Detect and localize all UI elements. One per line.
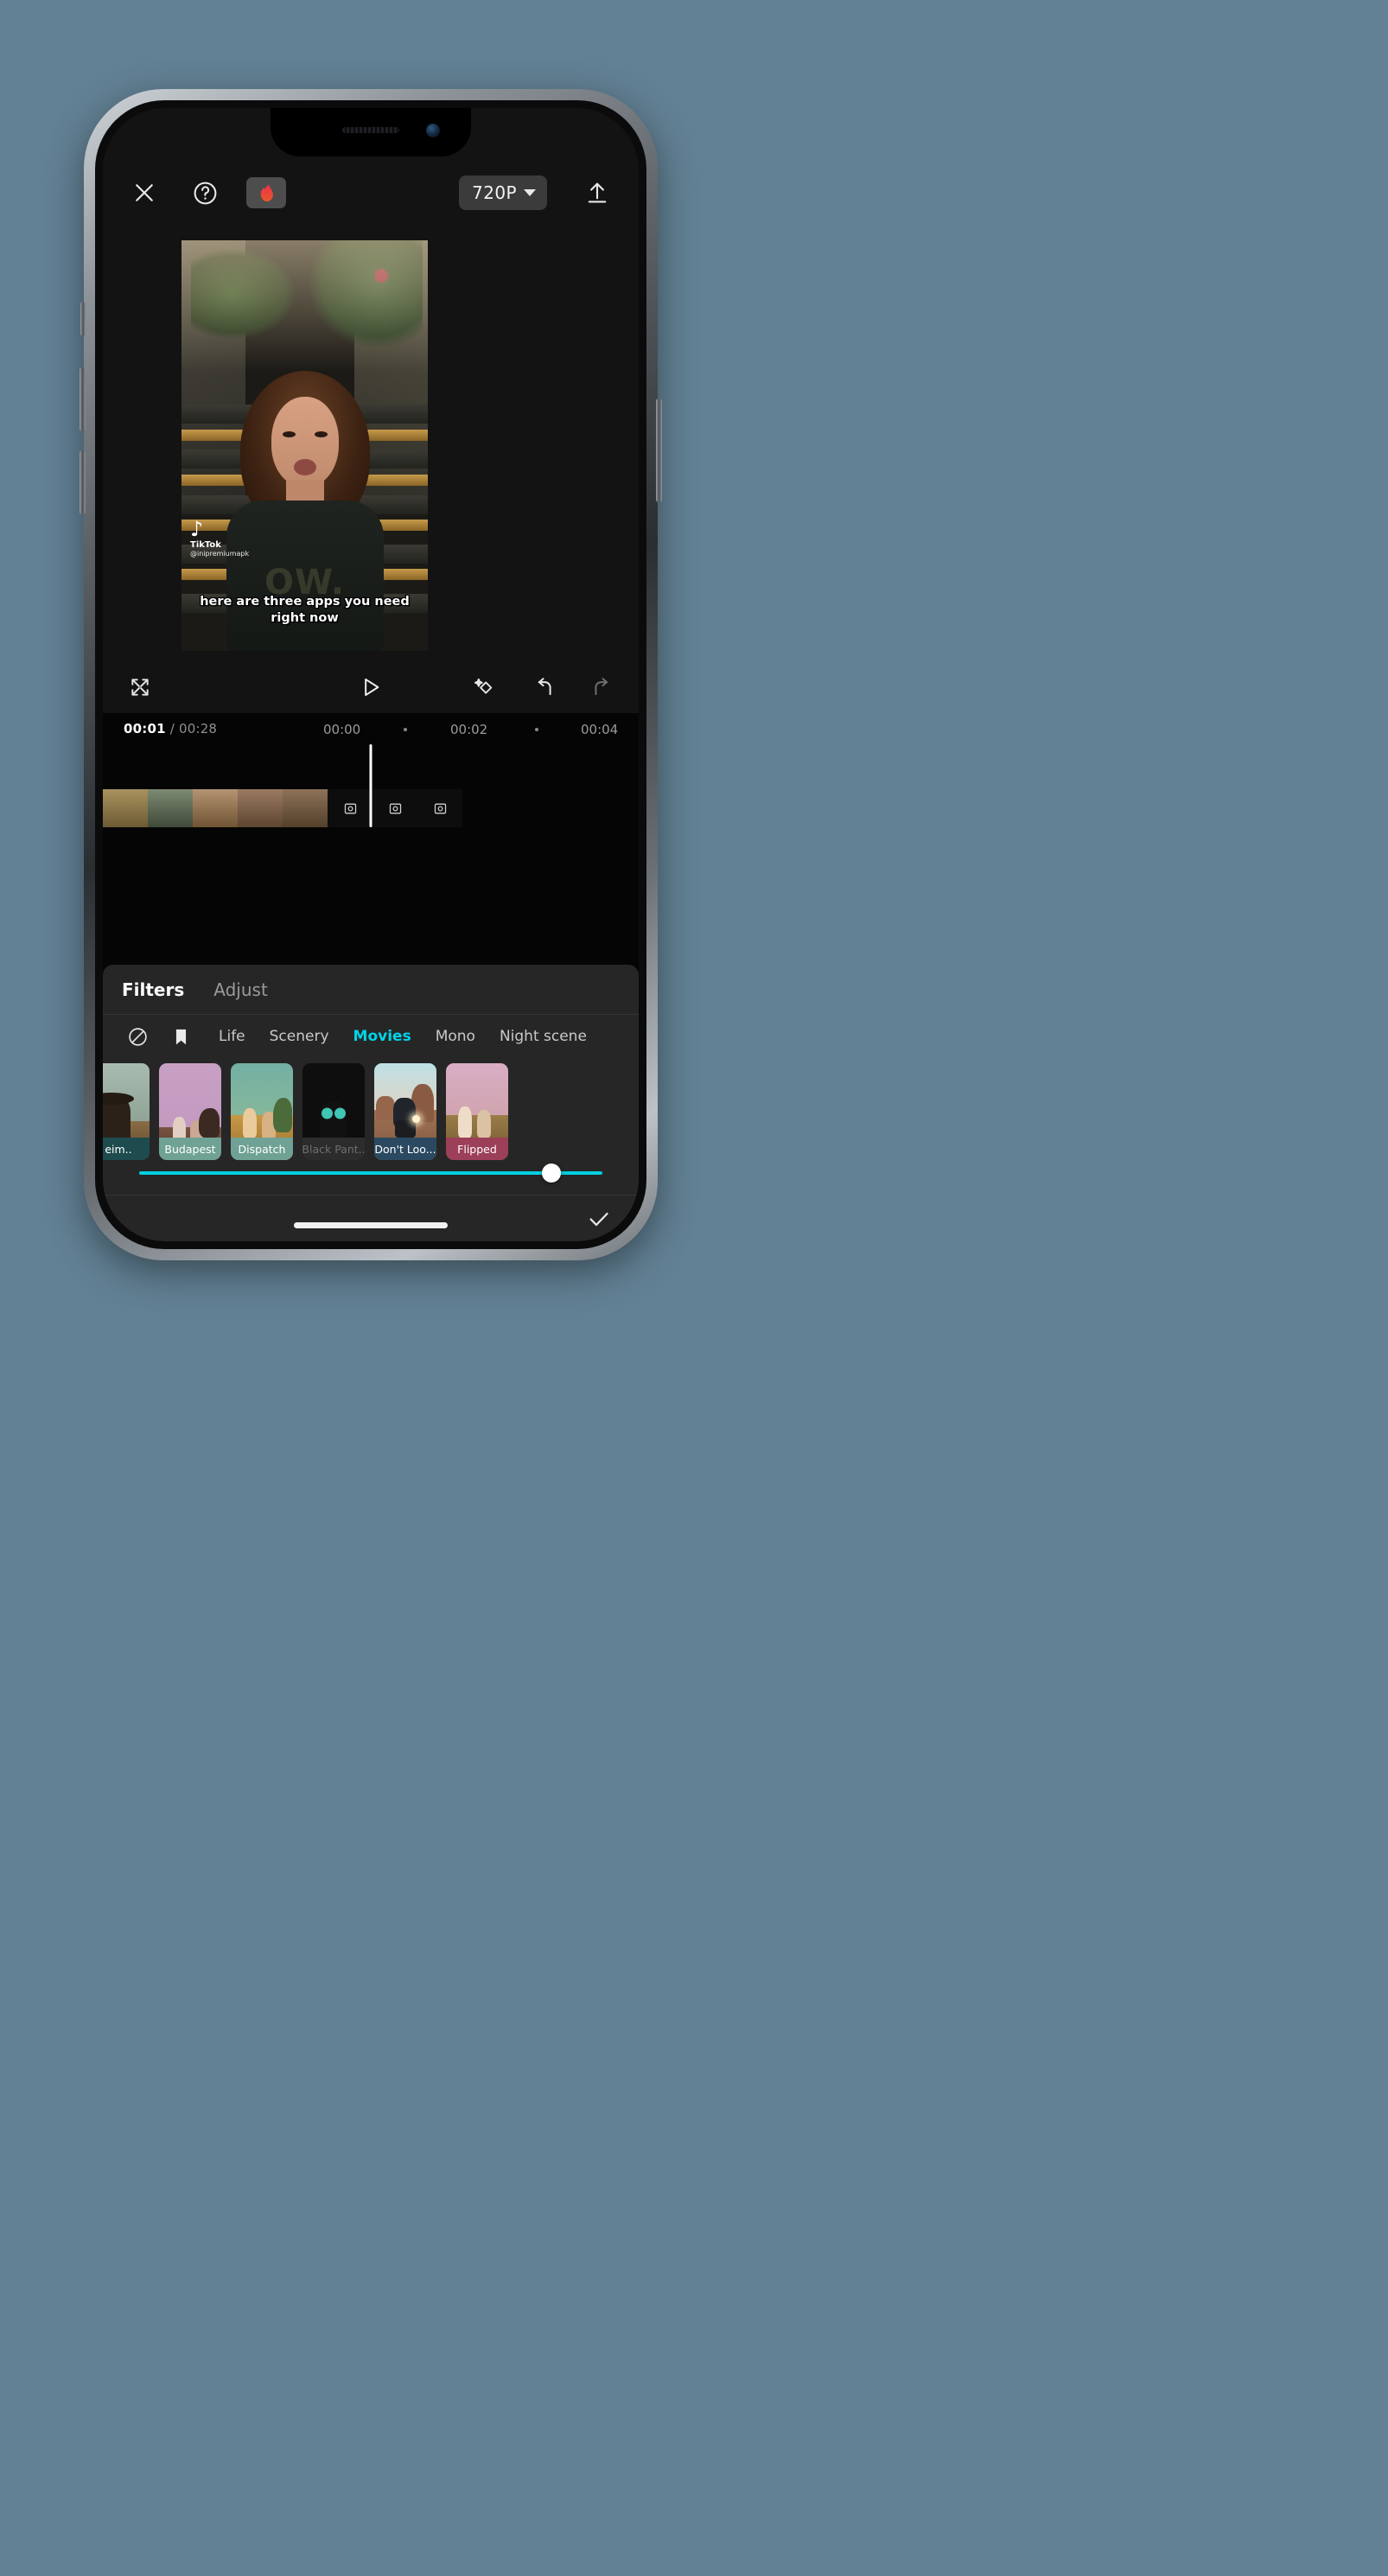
time-readout: 00:01 / 00:28 bbox=[124, 721, 217, 736]
playhead[interactable] bbox=[369, 744, 372, 827]
player-controls bbox=[103, 661, 639, 713]
filter-item[interactable]: Budapest bbox=[159, 1063, 221, 1160]
resolution-selector[interactable]: 720P bbox=[459, 175, 547, 210]
current-time: 00:01 bbox=[124, 721, 166, 736]
tab-adjust[interactable]: Adjust bbox=[213, 979, 268, 1000]
help-circle-icon[interactable] bbox=[186, 174, 224, 212]
keyframe-icon[interactable] bbox=[469, 672, 500, 703]
ruler-tick-label: 00:00 bbox=[323, 722, 361, 737]
thumb-figure bbox=[477, 1110, 491, 1138]
mute-switch[interactable] bbox=[80, 302, 86, 336]
ruler-tick-dot bbox=[535, 728, 538, 731]
thumb-shrub bbox=[199, 1108, 220, 1138]
thumb-sky bbox=[446, 1063, 508, 1119]
flame-icon[interactable] bbox=[246, 177, 286, 208]
video-editor-app: 720P OW. ♪ TikTok @inipremiumapk here ar… bbox=[103, 108, 639, 1241]
slider-track[interactable] bbox=[139, 1164, 602, 1183]
close-icon[interactable] bbox=[125, 174, 163, 212]
thumb-shrub bbox=[273, 1098, 292, 1132]
category-movies[interactable]: Movies bbox=[341, 1028, 423, 1045]
category-life[interactable]: Life bbox=[207, 1028, 258, 1045]
phone-frame: 720P OW. ♪ TikTok @inipremiumapk here ar… bbox=[80, 89, 662, 1260]
track-frame[interactable] bbox=[283, 789, 328, 827]
subject-shirt: OW. bbox=[226, 501, 384, 651]
track-frame-placeholder[interactable] bbox=[328, 789, 372, 827]
tab-filters[interactable]: Filters bbox=[122, 979, 184, 1000]
category-scenery[interactable]: Scenery bbox=[258, 1028, 341, 1045]
ruler-tick-label: 00:04 bbox=[581, 722, 619, 737]
music-note-icon: ♪ bbox=[190, 517, 204, 541]
top-toolbar: 720P bbox=[103, 163, 639, 222]
filter-category-bar[interactable]: Life Scenery Movies Mono Night scene bbox=[103, 1015, 639, 1058]
bookmark-icon[interactable] bbox=[163, 1019, 198, 1054]
track-frame[interactable] bbox=[103, 789, 148, 827]
subject-face bbox=[271, 397, 339, 487]
tiktok-watermark: ♪ TikTok @inipremiumapk bbox=[190, 519, 249, 558]
play-icon[interactable] bbox=[353, 670, 388, 705]
ruler-tick-dot bbox=[404, 728, 407, 731]
category-mono[interactable]: Mono bbox=[423, 1028, 487, 1045]
player-right-tools bbox=[469, 672, 618, 703]
track-frame-placeholder[interactable] bbox=[372, 789, 417, 827]
no-filter-icon[interactable] bbox=[120, 1019, 155, 1054]
redo-icon[interactable] bbox=[587, 672, 618, 703]
subject-eye-right bbox=[314, 431, 328, 437]
volume-up-button[interactable] bbox=[80, 367, 86, 431]
track-frame-placeholder[interactable] bbox=[417, 789, 462, 827]
thumb-figure bbox=[458, 1106, 472, 1138]
notch bbox=[271, 108, 471, 156]
ruler-tick-label: 00:02 bbox=[450, 722, 488, 737]
phone-bezel: 720P OW. ♪ TikTok @inipremiumapk here ar… bbox=[95, 100, 646, 1249]
volume-down-button[interactable] bbox=[80, 450, 86, 514]
power-button[interactable] bbox=[656, 399, 662, 502]
thumb-figure bbox=[243, 1108, 257, 1138]
loading-indicator bbox=[322, 1107, 346, 1119]
check-icon[interactable] bbox=[582, 1202, 616, 1236]
subject-mouth bbox=[293, 459, 316, 475]
track-frame[interactable] bbox=[148, 789, 193, 827]
front-camera bbox=[426, 124, 440, 137]
home-indicator[interactable] bbox=[294, 1222, 448, 1228]
watermark-app-name: TikTok bbox=[190, 540, 221, 550]
loading-dot bbox=[334, 1107, 346, 1119]
time-separator-total: / 00:28 bbox=[165, 721, 218, 736]
slider-thumb[interactable] bbox=[542, 1164, 562, 1183]
watermark-handle: @inipremiumapk bbox=[190, 550, 250, 558]
filter-intensity-slider[interactable] bbox=[103, 1153, 639, 1193]
filter-item[interactable]: eim.. bbox=[103, 1063, 150, 1160]
phone-screen: 720P OW. ♪ TikTok @inipremiumapk here ar… bbox=[103, 108, 639, 1241]
resolution-label: 720P bbox=[472, 182, 517, 203]
filter-thumbnail-list[interactable]: eim.. Budapest Dispatch Black Pant.. Don… bbox=[103, 1058, 639, 1164]
undo-icon[interactable] bbox=[528, 672, 559, 703]
earpiece-speaker bbox=[342, 127, 399, 133]
chevron-down-icon bbox=[524, 189, 536, 196]
filter-item[interactable]: Black Pant.. bbox=[302, 1063, 365, 1160]
subject-eye-left bbox=[282, 431, 296, 437]
filter-item-selected[interactable]: Don't Loo... bbox=[374, 1063, 436, 1160]
thumb-rock bbox=[376, 1096, 395, 1120]
filter-item[interactable]: Dispatch bbox=[231, 1063, 293, 1160]
upload-icon[interactable] bbox=[578, 174, 616, 212]
timeline-ruler[interactable]: 00:01 / 00:28 00:00 00:02 00:04 0 bbox=[103, 713, 639, 744]
fullscreen-icon[interactable] bbox=[124, 671, 156, 704]
panel-tab-bar: Filters Adjust bbox=[103, 965, 639, 1015]
thumb-headlight bbox=[412, 1115, 420, 1123]
thumb-motorcycle bbox=[395, 1120, 416, 1138]
track-frame[interactable] bbox=[238, 789, 283, 827]
background-light bbox=[181, 240, 428, 372]
category-night-scene[interactable]: Night scene bbox=[487, 1028, 599, 1045]
video-preview[interactable]: OW. ♪ TikTok @inipremiumapk here are thr… bbox=[181, 240, 428, 651]
filters-panel: Filters Adjust Life Scenery Movies Mono … bbox=[103, 965, 639, 1241]
video-caption: here are three apps you need right now bbox=[200, 594, 410, 625]
track-frame[interactable] bbox=[193, 789, 238, 827]
total-time: 00:28 bbox=[178, 721, 218, 736]
panel-footer bbox=[103, 1195, 639, 1241]
filter-item[interactable]: Flipped bbox=[446, 1063, 508, 1160]
timeline[interactable]: 00:01 / 00:28 00:00 00:02 00:04 0 bbox=[103, 713, 639, 1241]
loading-dot bbox=[322, 1107, 333, 1119]
